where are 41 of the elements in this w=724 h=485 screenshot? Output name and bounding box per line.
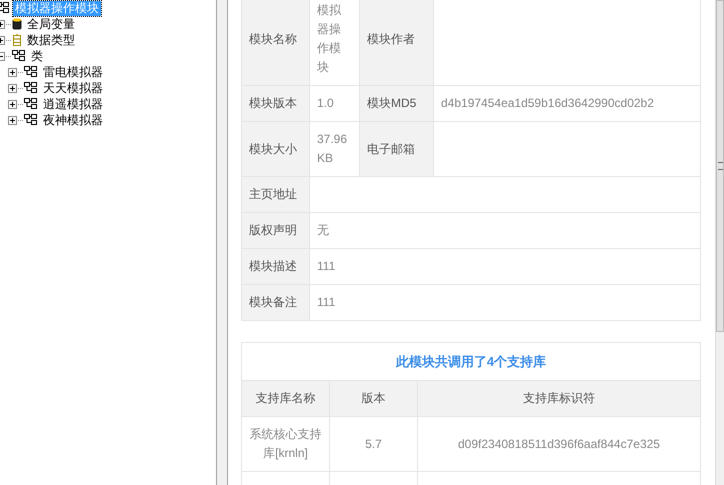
field-label: 电子邮箱 [360, 122, 434, 176]
table-cell: d09f2340818511d396f6aaf844c7e325 [418, 416, 700, 472]
expand-icon[interactable] [8, 116, 17, 124]
tree-item[interactable]: 雷电模拟器 [41, 64, 105, 80]
field-value: 111 [310, 284, 700, 320]
field-value: d4b197454ea1d59b16d3642990cd02b2 [434, 86, 700, 122]
column-header: 支持库名称 [242, 380, 330, 416]
class-icon [24, 82, 38, 94]
table-cell: 5.7 [330, 416, 418, 472]
type-icon [12, 34, 22, 46]
table-cell: 系统核心支持库[krnln] [242, 416, 330, 472]
column-header: 版本 [330, 380, 418, 416]
tree-item[interactable]: 逍遥模拟器 [41, 96, 105, 112]
class-icon [24, 66, 38, 78]
expand-icon[interactable] [8, 84, 17, 92]
scrollbar[interactable] [715, 0, 724, 485]
tree-item[interactable]: 数据类型 [25, 32, 77, 48]
field-label: 主页地址 [242, 176, 310, 212]
cylinder-icon [12, 18, 22, 30]
expand-icon[interactable] [8, 68, 17, 76]
field-value: 无 [310, 212, 700, 248]
field-label: 模块大小 [242, 122, 310, 176]
field-label: 版权声明 [242, 212, 310, 248]
class-icon [24, 98, 38, 110]
expand-icon[interactable] [8, 100, 17, 108]
class-icon [12, 50, 26, 62]
field-label: 模块描述 [242, 248, 310, 284]
field-label: 模块MD5 [360, 86, 434, 122]
tree-item[interactable]: 夜神模拟器 [41, 112, 105, 128]
field-label: 模块版本 [242, 86, 310, 122]
table-title: 此模块共调用了4个支持库 [242, 342, 700, 380]
tree-item[interactable]: 类 [29, 48, 45, 64]
tree-item[interactable]: 全局变量 [25, 16, 77, 32]
field-label: 模块名称 [242, 0, 310, 86]
field-label: 模块作者 [360, 0, 434, 86]
class-icon [24, 114, 38, 126]
column-header: 支持库标识符 [418, 380, 700, 416]
field-value: 111 [310, 248, 700, 284]
field-label: 模块备注 [242, 284, 310, 320]
tree-item[interactable]: 天天模拟器 [41, 80, 105, 96]
scroll-thumb[interactable] [716, 0, 724, 332]
